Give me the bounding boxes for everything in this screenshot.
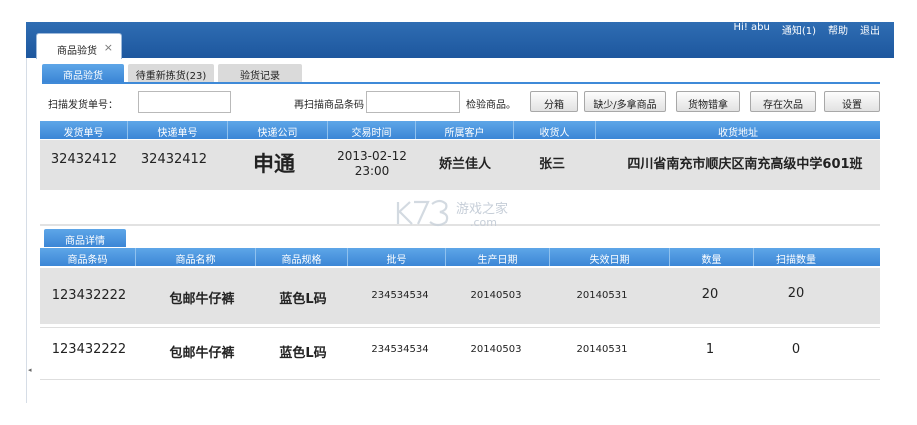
app-window: Hi! abu 通知(1) 帮助 退出 商品验货 × ◂ 商品验货 待重新拣货(… xyxy=(0,0,917,425)
prod-date-cell: 20140503 xyxy=(470,344,522,355)
prod-date-cell: 20140503 xyxy=(470,290,522,301)
ship-no-value: 32432412 xyxy=(50,152,118,167)
col-receiver: 收货人 xyxy=(514,121,596,139)
missing-extra-button[interactable]: 缺少/多拿商品 xyxy=(584,91,666,112)
defective-button[interactable]: 存在次品 xyxy=(750,91,816,112)
col-scanned-qty: 扫描数量 xyxy=(776,255,816,266)
logout-link[interactable]: 退出 xyxy=(860,22,880,37)
express-company-value: 申通 xyxy=(253,152,295,176)
watermark-text: 游戏之家 xyxy=(456,201,508,217)
table-row[interactable]: 123432222 包邮牛仔裤 蓝色L码 234534534 20140503 … xyxy=(40,268,880,324)
barcode-cell: 123432222 xyxy=(51,288,127,303)
col-ship-no: 发货单号 xyxy=(40,121,128,139)
qty-cell: 1 xyxy=(705,342,715,357)
top-header-bar: Hi! abu 通知(1) 帮助 退出 xyxy=(26,22,894,58)
scan-order-label: 扫描发货单号： xyxy=(48,100,118,111)
watermark-sub: .com xyxy=(470,216,497,229)
col-barcode: 商品条码 xyxy=(40,248,136,266)
rescan-label: 再扫描商品条码 xyxy=(294,100,364,111)
tab-inspect-records[interactable]: 验货记录 xyxy=(218,64,302,82)
goods-name-cell: 包邮牛仔裤 xyxy=(169,346,235,361)
order-row: 32432412 32432412 申通 2013-02-12 23:00 娇兰… xyxy=(40,140,880,190)
receiver-value: 张三 xyxy=(538,157,565,172)
trade-date-value: 2013-02-12 xyxy=(337,149,407,163)
scanned-qty-cell: 20 xyxy=(787,286,805,301)
tab-inspect[interactable]: 商品验货 xyxy=(42,64,124,82)
col-customer: 所属客户 xyxy=(416,121,514,139)
express-no-value: 32432412 xyxy=(140,152,208,167)
expire-date-cell: 20140531 xyxy=(576,344,628,355)
col-expire-date: 失效日期 xyxy=(550,248,670,266)
col-batch: 批号 xyxy=(348,248,446,266)
split-box-button[interactable]: 分箱 xyxy=(530,91,578,112)
expire-date-cell: 20140531 xyxy=(576,290,628,301)
col-express-no: 快递单号 xyxy=(128,121,228,139)
settings-button[interactable]: 设置 xyxy=(824,91,880,112)
col-prod-date: 生产日期 xyxy=(446,248,550,266)
scan-toolbar: 扫描发货单号： 再扫描商品条码 检验商品。 分箱 缺少/多拿商品 货物错拿 存在… xyxy=(42,89,882,115)
tab-goods-detail[interactable]: 商品详情 xyxy=(44,229,126,247)
col-express-company: 快递公司 xyxy=(228,121,328,139)
watermark-logo: 游戏之家 .com xyxy=(396,199,508,229)
top-nav: Hi! abu 通知(1) 帮助 退出 xyxy=(734,22,880,37)
trade-clock-value: 23:00 xyxy=(354,164,390,178)
order-table-header: 发货单号 快递单号 快递公司 交易时间 所属客户 收货人 收货地址 xyxy=(40,121,880,139)
window-tab-label: 商品验货 xyxy=(57,46,97,57)
batch-cell: 234534534 xyxy=(371,290,429,301)
row-divider xyxy=(40,379,880,380)
address-value: 四川省南充市顺庆区南充高级中学601班 xyxy=(627,157,863,172)
spec-cell: 蓝色L码 xyxy=(279,346,327,361)
col-spec: 商品规格 xyxy=(256,248,348,266)
table-row[interactable]: 123432222 包邮牛仔裤 蓝色L码 234534534 20140503 … xyxy=(40,330,880,376)
scan-order-input[interactable] xyxy=(138,91,231,113)
qty-cell: 20 xyxy=(701,287,719,302)
wrong-goods-button[interactable]: 货物错拿 xyxy=(676,91,740,112)
batch-cell: 234534534 xyxy=(371,344,429,355)
rescan-input[interactable] xyxy=(366,91,460,113)
col-trade-time: 交易时间 xyxy=(328,121,416,139)
check-goods-label: 检验商品。 xyxy=(466,100,516,111)
notify-link[interactable]: 通知(1) xyxy=(782,22,816,37)
close-icon[interactable]: × xyxy=(104,41,113,54)
detail-table-header: 商品条码 商品名称 商品规格 批号 生产日期 失效日期 数量 扫描数量 xyxy=(40,248,880,266)
left-gutter xyxy=(26,58,32,403)
col-goods-name: 商品名称 xyxy=(136,248,256,266)
goods-name-cell: 包邮牛仔裤 xyxy=(169,292,235,307)
barcode-cell: 123432222 xyxy=(51,342,127,357)
user-greeting[interactable]: Hi! abu xyxy=(734,22,770,37)
subtabs-underline xyxy=(42,82,880,84)
col-qty: 数量 xyxy=(670,248,754,266)
customer-value: 娇兰佳人 xyxy=(438,157,491,172)
window-tab-inspect[interactable]: 商品验货 × xyxy=(36,33,122,59)
collapse-arrow-icon[interactable]: ◂ xyxy=(28,366,32,374)
help-link[interactable]: 帮助 xyxy=(828,22,848,37)
scanned-qty-cell: 0 xyxy=(791,342,801,357)
row-divider xyxy=(40,327,880,328)
col-address: 收货地址 xyxy=(718,128,758,139)
tab-repick[interactable]: 待重新拣货(23) xyxy=(128,64,214,82)
spec-cell: 蓝色L码 xyxy=(279,292,327,307)
sub-tabs: 商品验货 待重新拣货(23) 验货记录 xyxy=(42,64,302,82)
